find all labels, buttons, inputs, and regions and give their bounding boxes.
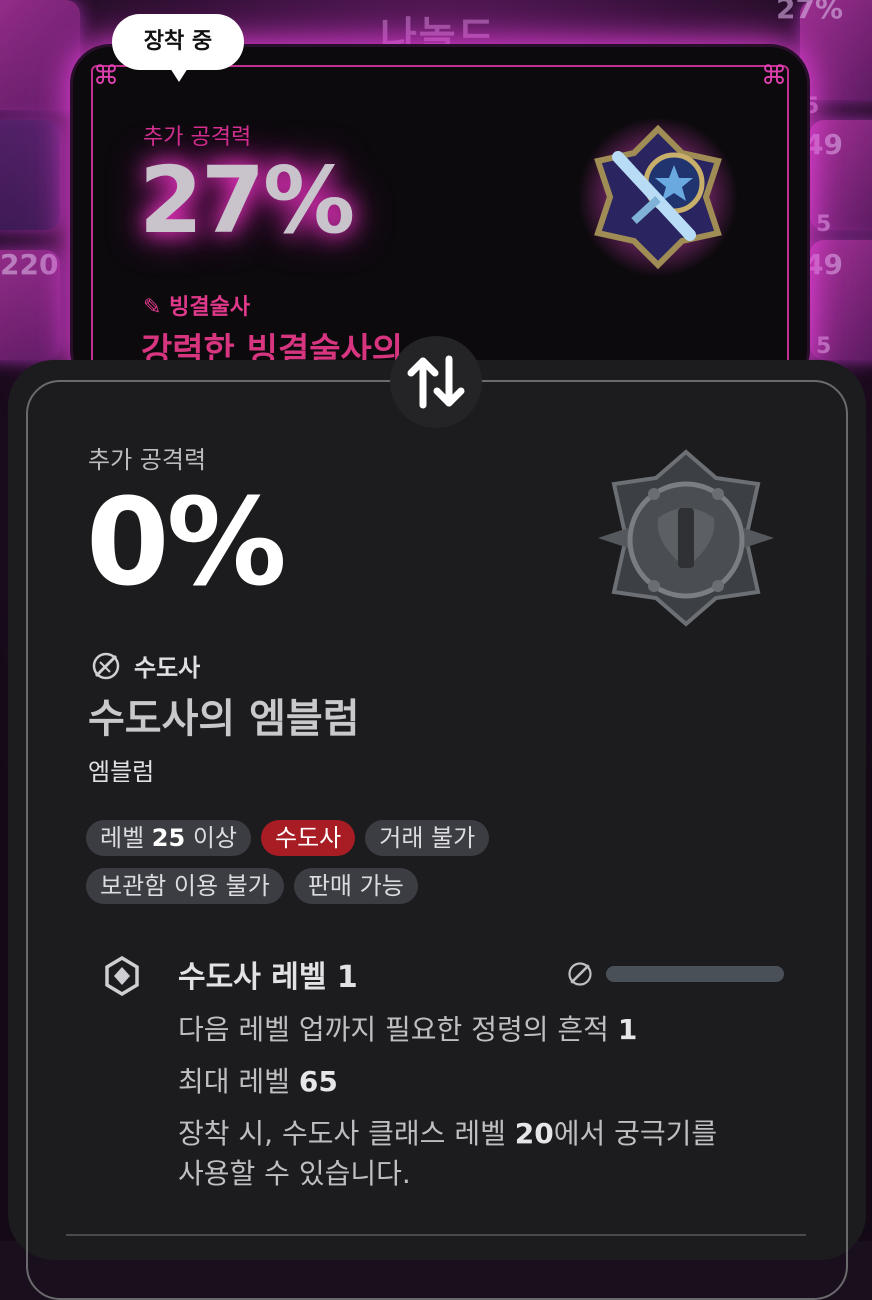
class-row: 수도사 (90, 648, 200, 683)
item-name: 수도사의 엠블럼 (88, 696, 360, 742)
desc-value: 20 (514, 1117, 554, 1150)
tag-bold: 25 (151, 824, 186, 852)
desc-text: 최대 레벨 (178, 1065, 299, 1098)
desc-value: 1 (617, 1013, 638, 1046)
equip-effect-line-1: 장착 시, 수도사 클래스 레벨 20에서 궁극기를 (178, 1112, 717, 1152)
monk-class-icon (92, 652, 120, 679)
class-name: 빙결술사 (169, 295, 251, 320)
tag-storage: 보관함 이용 불가 (86, 868, 284, 904)
class-name: 수도사 (134, 654, 201, 682)
corner-knot-icon: ⌘ (93, 61, 119, 91)
level-progress-bar (606, 966, 784, 982)
tag-sell: 판매 가능 (293, 868, 418, 904)
desc-text: 에서 궁극기를 (553, 1117, 718, 1150)
tag-trade: 거래 불가 (365, 820, 490, 856)
desc-value: 65 (298, 1065, 338, 1098)
item-type: 엠블럼 (88, 758, 155, 786)
bg-number: 5 (816, 334, 832, 359)
level-title: 수도사 레벨 1 (178, 960, 358, 995)
equip-effect-line-2: 사용할 수 있습니다. (178, 1157, 411, 1190)
monk-emblem-icon (598, 449, 774, 627)
max-level: 최대 레벨 65 (178, 1060, 338, 1100)
bg-item-tile (0, 0, 80, 110)
bg-item-tile (0, 120, 60, 230)
divider (66, 1234, 806, 1236)
next-level-requirement: 다음 레벨 업까지 필요한 정령의 흔적 1 (178, 1008, 637, 1048)
class-label: ✎ 빙결술사 (143, 289, 250, 321)
stat-value: 0% (86, 474, 287, 613)
desc-text: 장착 시, 수도사 클래스 레벨 (178, 1117, 515, 1150)
tag-class: 수도사 (261, 820, 356, 856)
tag-suffix: 이상 (185, 824, 237, 852)
swap-arrows-icon (407, 355, 465, 409)
bg-number: 220 (0, 248, 59, 281)
ice-mage-emblem-icon (578, 117, 738, 277)
equipped-badge: 장착 중 (112, 14, 244, 82)
desc-text: 다음 레벨 업까지 필요한 정령의 흔적 (178, 1013, 618, 1046)
tag-text: 레벨 (100, 824, 152, 852)
bg-number: 5 (816, 212, 832, 237)
corner-knot-icon: ⌘ (761, 61, 787, 91)
stat-label: 추가 공격력 (88, 446, 207, 474)
item-tags: 레벨 25 이상 수도사 거래 불가 보관함 이용 불가 판매 가능 (86, 820, 606, 904)
wand-icon: ✎ (143, 295, 162, 320)
class-level-icon (105, 956, 139, 996)
tag-level-requirement: 레벨 25 이상 (86, 820, 251, 856)
stat-value: 27% (139, 147, 355, 254)
swap-button[interactable] (390, 336, 482, 428)
bg-number: 27% (776, 0, 844, 25)
monk-class-icon (568, 962, 592, 986)
